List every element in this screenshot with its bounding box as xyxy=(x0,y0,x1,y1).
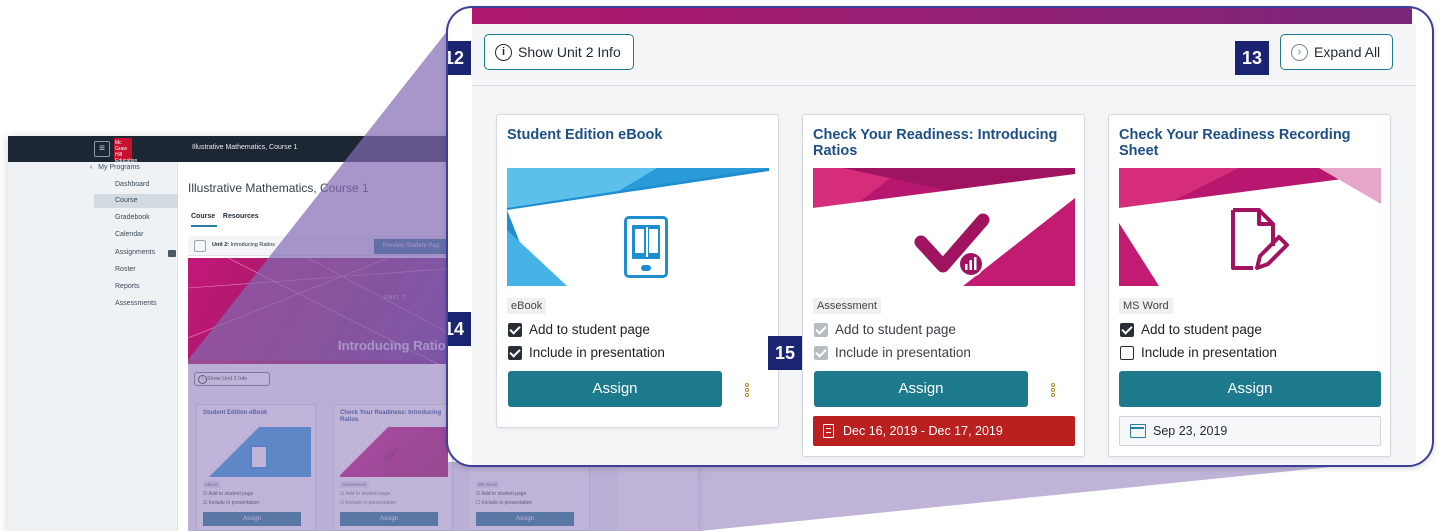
hero-unit-kicker: UNIT 2 xyxy=(384,295,406,301)
app-header-title: Illustrative Mathematics, Course 1 xyxy=(192,144,298,151)
hero-strip xyxy=(472,8,1412,24)
info-icon: i xyxy=(495,43,512,61)
sidebar-item-reports[interactable]: Reports xyxy=(115,283,140,290)
resource-card-recording-sheet: Check Your Readiness Recording Sheet MS … xyxy=(1108,114,1391,457)
assignments-badge xyxy=(168,250,176,257)
sidebar-item-assignments[interactable]: Assignments xyxy=(115,249,155,256)
checkmark-icon: ✔ xyxy=(380,441,402,471)
expand-all-button[interactable]: › Expand All xyxy=(1280,34,1394,70)
checkbox-checked[interactable] xyxy=(508,322,522,337)
hamburger-menu-icon[interactable]: ≡ xyxy=(94,141,110,157)
tablet-book-icon xyxy=(624,216,668,278)
assign-button[interactable]: Assign xyxy=(814,371,1028,407)
due-date-bar[interactable]: Sep 23, 2019 xyxy=(1119,416,1381,446)
card-thumbnail xyxy=(507,168,769,286)
calendar-icon xyxy=(1130,424,1146,438)
assign-button[interactable]: Assign xyxy=(203,512,301,526)
checkbox-checked-disabled[interactable] xyxy=(814,322,828,337)
page-title: Illustrative Mathematics, Course 1 xyxy=(188,181,369,195)
sidebar-item-calendar[interactable]: Calendar xyxy=(115,231,143,238)
active-tab-indicator xyxy=(191,225,217,227)
resource-type-tag: eBook xyxy=(507,298,547,314)
resource-card-student-edition-ebook: Student Edition eBook eBook Add to stude… xyxy=(496,114,779,428)
list-icon[interactable] xyxy=(194,240,206,252)
resource-card-check-your-readiness: Check Your Readiness: Introducing Ratios… xyxy=(802,114,1085,457)
sidebar-item-roster[interactable]: Roster xyxy=(115,266,136,273)
callout-15: 15 xyxy=(768,336,802,370)
checkbox-checked-disabled[interactable] xyxy=(814,345,828,360)
due-date-bar[interactable]: Dec 16, 2019 - Dec 17, 2019 xyxy=(813,416,1075,446)
unit-hero-banner: UNIT 2 Introducing Ratio xyxy=(188,258,458,364)
more-options-icon[interactable] xyxy=(745,383,749,397)
card-title[interactable]: Check Your Readiness: Introducing Ratios xyxy=(813,127,1073,159)
callout-13: 13 xyxy=(1235,41,1269,75)
include-in-presentation-checkbox[interactable]: Include in presentation xyxy=(814,345,971,360)
resource-type-tag: MS Word xyxy=(1119,298,1173,314)
callout-12: 12 xyxy=(448,41,471,75)
resource-card: Student Edition eBook eBook ☑ Add to stu… xyxy=(196,404,316,531)
card-thumbnail xyxy=(813,168,1075,286)
back-to-programs-link[interactable]: ‹ My Programs xyxy=(90,164,140,171)
hero-unit-title: Introducing Ratio xyxy=(338,338,446,353)
checkmark-chart-icon xyxy=(914,213,990,277)
include-in-presentation-checkbox[interactable]: Include in presentation xyxy=(508,345,665,360)
show-unit-info-button[interactable]: i Show Unit 2 Info xyxy=(484,34,634,70)
zoomed-detail-panel: 12 i Show Unit 2 Info 13 › Expand All St… xyxy=(446,6,1434,467)
checkbox-checked[interactable] xyxy=(1120,322,1134,337)
assign-button[interactable]: Assign xyxy=(508,371,722,407)
add-to-student-page-checkbox[interactable]: Add to student page xyxy=(1120,322,1262,337)
tab-course[interactable]: Course xyxy=(191,213,215,220)
sidebar-item-course[interactable]: Course xyxy=(94,194,178,208)
sidebar-item-assessments[interactable]: Assessments xyxy=(115,300,157,307)
document-edit-icon xyxy=(1231,208,1289,270)
include-in-presentation-checkbox[interactable]: Include in presentation xyxy=(1120,345,1277,360)
assign-button[interactable]: Assign xyxy=(340,512,438,526)
chevron-right-icon: › xyxy=(1291,43,1308,61)
course-tabs: Course Resources xyxy=(191,213,259,220)
assignment-icon xyxy=(823,424,834,438)
sidebar xyxy=(8,162,178,531)
show-unit-info-button[interactable]: Show Unit 2 Info xyxy=(194,372,270,386)
callout-14: 14 xyxy=(448,312,471,346)
resource-type-tag: Assessment xyxy=(813,298,881,314)
sidebar-item-gradebook[interactable]: Gradebook xyxy=(115,214,150,221)
card-title[interactable]: Student Edition eBook xyxy=(507,127,767,143)
more-options-icon[interactable] xyxy=(1051,383,1055,397)
add-to-student-page-checkbox[interactable]: Add to student page xyxy=(814,322,956,337)
assign-button[interactable]: Assign xyxy=(476,512,574,526)
card-title[interactable]: Check Your Readiness Recording Sheet xyxy=(1119,127,1379,159)
tab-resources[interactable]: Resources xyxy=(223,213,259,220)
mcgraw-hill-logo: Mc Graw Hill Education xyxy=(114,138,138,164)
sidebar-item-dashboard[interactable]: Dashboard xyxy=(115,181,149,188)
tablet-book-icon xyxy=(250,445,268,469)
add-to-student-page-checkbox[interactable]: Add to student page xyxy=(508,322,650,337)
assign-button[interactable]: Assign xyxy=(1119,371,1381,407)
checkbox-unchecked[interactable] xyxy=(1120,345,1134,360)
card-thumbnail xyxy=(1119,168,1381,286)
checkbox-checked[interactable] xyxy=(508,345,522,360)
resource-card: Check Your Readiness: Introducing Ratios… xyxy=(333,404,453,531)
